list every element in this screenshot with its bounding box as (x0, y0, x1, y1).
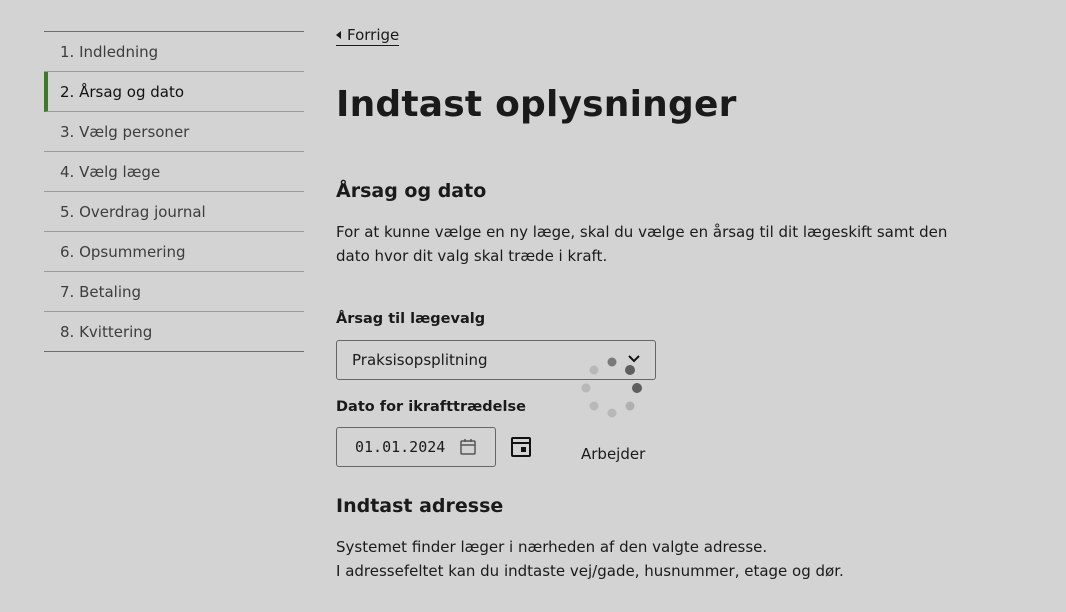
step-label: 4. Vælg læge (60, 162, 161, 181)
address-section-heading: Indtast adresse (336, 495, 504, 517)
step-label: 2. Årsag og dato (60, 82, 185, 101)
step-label: 7. Betaling (60, 282, 142, 301)
step-7[interactable]: 7. Betaling (44, 272, 304, 312)
back-link[interactable]: Forrige (336, 26, 400, 46)
step-5[interactable]: 5. Overdrag journal (44, 192, 304, 232)
loading-text: Arbejder (581, 445, 646, 463)
date-input[interactable]: 01.01.2024 (336, 427, 496, 467)
back-link-label: Forrige (347, 26, 400, 44)
date-input-value: 01.01.2024 (355, 438, 446, 456)
step-label: 3. Vælg personer (60, 122, 190, 141)
address-line-1: Systemet finder læger i nærheden af den … (336, 538, 768, 556)
calendar-icon[interactable] (459, 438, 477, 456)
step-2-current[interactable]: 2. Årsag og dato (44, 72, 304, 112)
step-6[interactable]: 6. Opsummering (44, 232, 304, 272)
caret-left-icon (336, 31, 341, 39)
spinner-icon (581, 357, 642, 418)
step-navigation: 1. Indledning 2. Årsag og dato 3. Vælg p… (44, 31, 304, 352)
step-label: 8. Kvittering (60, 322, 153, 341)
reason-section-heading: Årsag og dato (336, 180, 487, 202)
address-line-2: I adressefeltet kan du indtaste vej/gade… (336, 562, 844, 580)
step-4[interactable]: 4. Vælg læge (44, 152, 304, 192)
date-field-label: Dato for ikrafttrædelse (336, 399, 526, 415)
page-title: Indtast oplysninger (336, 84, 737, 125)
step-1[interactable]: 1. Indledning (44, 32, 304, 72)
step-8[interactable]: 8. Kvittering (44, 312, 304, 352)
reason-description: For at kunne vælge en ny læge, skal du v… (336, 223, 948, 265)
step-label: 1. Indledning (60, 42, 159, 61)
reason-select-value: Praksisopsplitning (352, 351, 488, 369)
calendar-picker-icon[interactable] (510, 436, 532, 458)
step-label: 6. Opsummering (60, 242, 186, 261)
step-label: 5. Overdrag journal (60, 202, 206, 221)
step-3[interactable]: 3. Vælg personer (44, 112, 304, 152)
reason-field-label: Årsag til lægevalg (336, 311, 486, 327)
